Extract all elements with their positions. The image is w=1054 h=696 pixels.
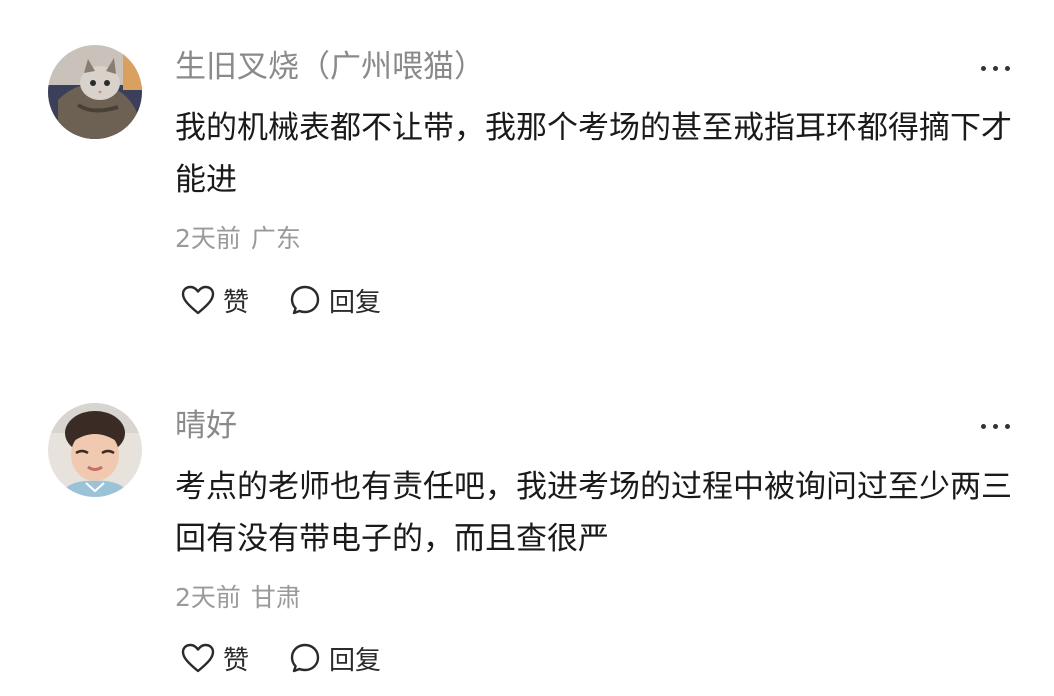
speech-bubble-icon	[290, 643, 320, 673]
comment-location: 甘肃	[250, 583, 301, 612]
child-avatar-image	[48, 403, 142, 497]
like-label: 赞	[223, 645, 250, 676]
comment-time: 2天前	[175, 583, 241, 612]
more-options-button[interactable]	[975, 406, 1015, 446]
comment-item: 晴好 考点的老师也有责任吧，我进考场的过程中被询问过至少两三回有没有带电子的，而…	[0, 0, 1054, 696]
reply-label: 回复	[329, 645, 382, 676]
username[interactable]: 晴好	[175, 406, 237, 446]
heart-outline-icon	[181, 643, 215, 673]
avatar[interactable]	[48, 403, 142, 497]
ellipsis-icon	[981, 424, 986, 429]
like-button[interactable]: 赞	[181, 638, 249, 678]
reply-button[interactable]: 回复	[289, 638, 381, 678]
comment-text: 考点的老师也有责任吧，我进考场的过程中被询问过至少两三回有没有带电子的，而且查很…	[175, 469, 1012, 557]
comment-meta: 2天前 甘肃	[175, 581, 301, 615]
